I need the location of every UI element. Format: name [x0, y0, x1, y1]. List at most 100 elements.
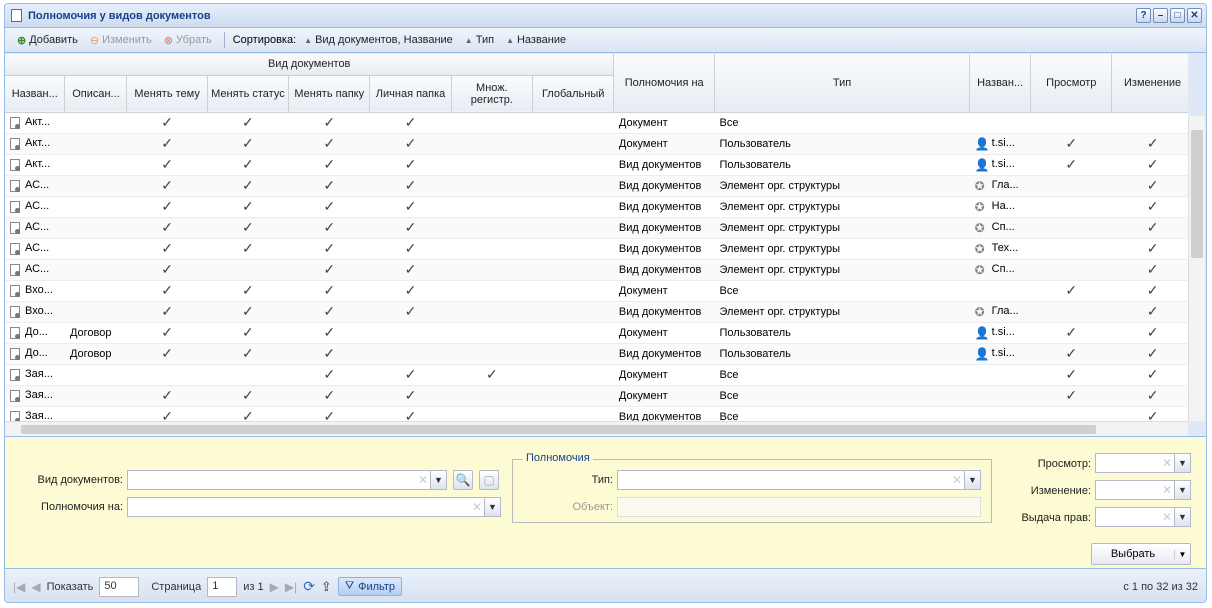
clear-icon[interactable]: ✕: [1160, 483, 1174, 497]
table-row[interactable]: АС... ✓ ✓ ✓ ✓ Вид документов Элемент орг. стру…: [5, 217, 1188, 239]
table-row[interactable]: Зая... ✓ ✓ ✓ Документ Все ✓ ✓: [5, 364, 1188, 386]
chevron-down-icon[interactable]: ▼: [1174, 454, 1190, 472]
table-row[interactable]: АС... ✓ ✓ ✓ ✓ Вид документов Элемент орг. стру…: [5, 175, 1188, 197]
document-settings-button[interactable]: ▢: [479, 470, 499, 490]
cell-value: Вхо...: [25, 284, 53, 297]
edit-button[interactable]: ⊖ Изменить: [86, 34, 156, 47]
doctype-combo[interactable]: ✕ ▼: [127, 470, 447, 490]
view-label: Просмотр:: [1037, 458, 1091, 470]
column-global[interactable]: Глобальный: [532, 75, 615, 113]
table-row[interactable]: АС... ✓ ✓ ✓ ✓ Вид документов Элемент орг. стру…: [5, 238, 1188, 260]
cell-folder: ✓: [288, 322, 370, 344]
cell-theme: ✓: [126, 112, 208, 134]
add-button[interactable]: ⊕ Добавить: [13, 34, 82, 47]
page-input[interactable]: 1: [207, 576, 238, 597]
sort-name-button[interactable]: ▲ Название: [502, 34, 570, 46]
column-type[interactable]: Тип: [714, 54, 971, 113]
cell-view: [1030, 217, 1112, 239]
table-row[interactable]: Вхо... ✓ ✓ ✓ ✓ Вид документов Элемент орг. стр…: [5, 301, 1188, 323]
page-label: Страница: [151, 580, 202, 593]
vertical-scroll-thumb[interactable]: [1191, 130, 1203, 258]
cell-theme: ✓: [126, 259, 208, 281]
clear-icon[interactable]: ✕: [1160, 456, 1174, 470]
refresh-icon[interactable]: ⟳: [303, 578, 315, 595]
cell-status: ✓: [207, 196, 289, 218]
column-multi-register[interactable]: Множ. регистр.: [451, 75, 534, 113]
table-row[interactable]: Зая... ✓ ✓ ✓ ✓ Вид документов Все ✓: [5, 406, 1188, 421]
cell-value: До...: [25, 326, 48, 339]
cell-change: ✓: [1111, 385, 1188, 407]
column-change-status[interactable]: Менять статус: [207, 75, 290, 113]
chevron-down-icon[interactable]: ▼: [1174, 481, 1190, 499]
cell-status: ✓: [207, 385, 289, 407]
help-button[interactable]: ?: [1136, 8, 1151, 23]
table-row[interactable]: Акт... ✓ ✓ ✓ ✓ Вид документов Пользователь 👤 t.s…: [5, 154, 1188, 176]
clear-icon[interactable]: ✕: [470, 500, 484, 514]
next-page-icon[interactable]: ▶: [270, 580, 279, 594]
table-row[interactable]: АС... ✓ ✓ ✓ Вид документов Элемент орг. струк…: [5, 259, 1188, 281]
cell-theme: ✓: [126, 154, 208, 176]
cell-type: Пользователь: [714, 343, 970, 365]
column-change-folder[interactable]: Менять папку: [288, 75, 371, 113]
chevron-down-icon[interactable]: ▼: [1174, 549, 1190, 559]
column-description[interactable]: Описан...: [64, 75, 128, 113]
table-row[interactable]: До... Договор ✓ ✓ ✓ Документ Пользователь 👤 t.si…: [5, 322, 1188, 344]
vertical-scrollbar[interactable]: [1188, 116, 1205, 421]
column-object-name[interactable]: Назван...: [969, 54, 1032, 113]
cell-value: Документ: [618, 326, 668, 339]
cell-personal: ✓: [369, 133, 452, 155]
table-row[interactable]: Вхо... ✓ ✓ ✓ ✓ Документ Все ✓ ✓: [5, 280, 1188, 302]
cell-value: Пользователь: [719, 326, 791, 339]
sort-doctype-name-button[interactable]: ▲ Вид документов, Название: [300, 34, 457, 46]
horizontal-scroll-thumb[interactable]: [21, 425, 1096, 434]
prev-page-icon[interactable]: ◀: [31, 580, 40, 594]
sort-type-button[interactable]: ▲ Тип: [461, 34, 498, 46]
page-size-input[interactable]: 50: [99, 576, 140, 597]
table-row[interactable]: АС... ✓ ✓ ✓ ✓ Вид документов Элемент орг. стру…: [5, 196, 1188, 218]
table-row[interactable]: Акт... ✓ ✓ ✓ ✓ Документ Все: [5, 112, 1188, 134]
clear-icon[interactable]: ✕: [950, 473, 964, 487]
first-page-icon[interactable]: |◀: [13, 580, 25, 594]
authority-group: Полномочия Тип: ✕ ▼ Объект:: [512, 452, 992, 523]
filter-button[interactable]: ⛛ Фильтр: [337, 577, 403, 596]
cell-view: [1030, 238, 1112, 260]
search-button[interactable]: 🔍: [453, 470, 473, 490]
view-combo[interactable]: ✕ ▼: [1095, 453, 1191, 473]
chevron-down-icon[interactable]: ▼: [964, 471, 980, 489]
grant-combo[interactable]: ✕ ▼: [1095, 507, 1191, 527]
export-icon[interactable]: ⇪: [321, 579, 332, 595]
chevron-down-icon[interactable]: ▼: [1174, 508, 1190, 526]
user-icon: 👤: [974, 157, 990, 172]
maximize-button[interactable]: □: [1170, 8, 1185, 23]
object-field[interactable]: [617, 497, 981, 517]
clear-icon[interactable]: ✕: [416, 473, 430, 487]
cell-value: Документ: [618, 137, 668, 150]
column-change-theme[interactable]: Менять тему: [126, 75, 208, 113]
remove-button[interactable]: ⊗ Убрать: [160, 34, 216, 47]
document-settings-icon: ▢: [483, 473, 495, 487]
last-page-icon[interactable]: ▶|: [285, 580, 297, 594]
cell-value: Зая...: [25, 368, 53, 381]
horizontal-scrollbar[interactable]: [5, 421, 1188, 436]
cell-value: АС...: [25, 242, 50, 255]
clear-icon[interactable]: ✕: [1160, 510, 1174, 524]
select-button[interactable]: Выбрать ▼: [1091, 543, 1191, 565]
close-button[interactable]: ✕: [1187, 8, 1202, 23]
column-name[interactable]: Назван...: [5, 75, 66, 113]
table-row[interactable]: Акт... ✓ ✓ ✓ ✓ Документ Пользователь 👤 t.si... ✓ ✓: [5, 133, 1188, 155]
type-combo[interactable]: ✕ ▼: [617, 470, 981, 490]
cell-type: Элемент орг. структуры: [714, 259, 970, 281]
column-authority[interactable]: Полномочия на: [613, 54, 716, 113]
chevron-down-icon[interactable]: ▼: [430, 471, 446, 489]
table-row[interactable]: Зая... ✓ ✓ ✓ ✓ Документ Все ✓ ✓: [5, 385, 1188, 407]
chevron-down-icon[interactable]: ▼: [484, 498, 500, 516]
column-change[interactable]: Изменение: [1111, 54, 1188, 113]
cell-value: Элемент орг. структуры: [719, 200, 840, 213]
table-row[interactable]: До... Договор ✓ ✓ ✓ Вид документов Пользовател…: [5, 343, 1188, 365]
column-view[interactable]: Просмотр: [1030, 54, 1113, 113]
cell-desc: [64, 238, 127, 260]
column-personal-folder[interactable]: Личная папка: [369, 75, 452, 113]
authority-combo[interactable]: ✕ ▼: [127, 497, 501, 517]
change-combo[interactable]: ✕ ▼: [1095, 480, 1191, 500]
minimize-button[interactable]: –: [1153, 8, 1168, 23]
